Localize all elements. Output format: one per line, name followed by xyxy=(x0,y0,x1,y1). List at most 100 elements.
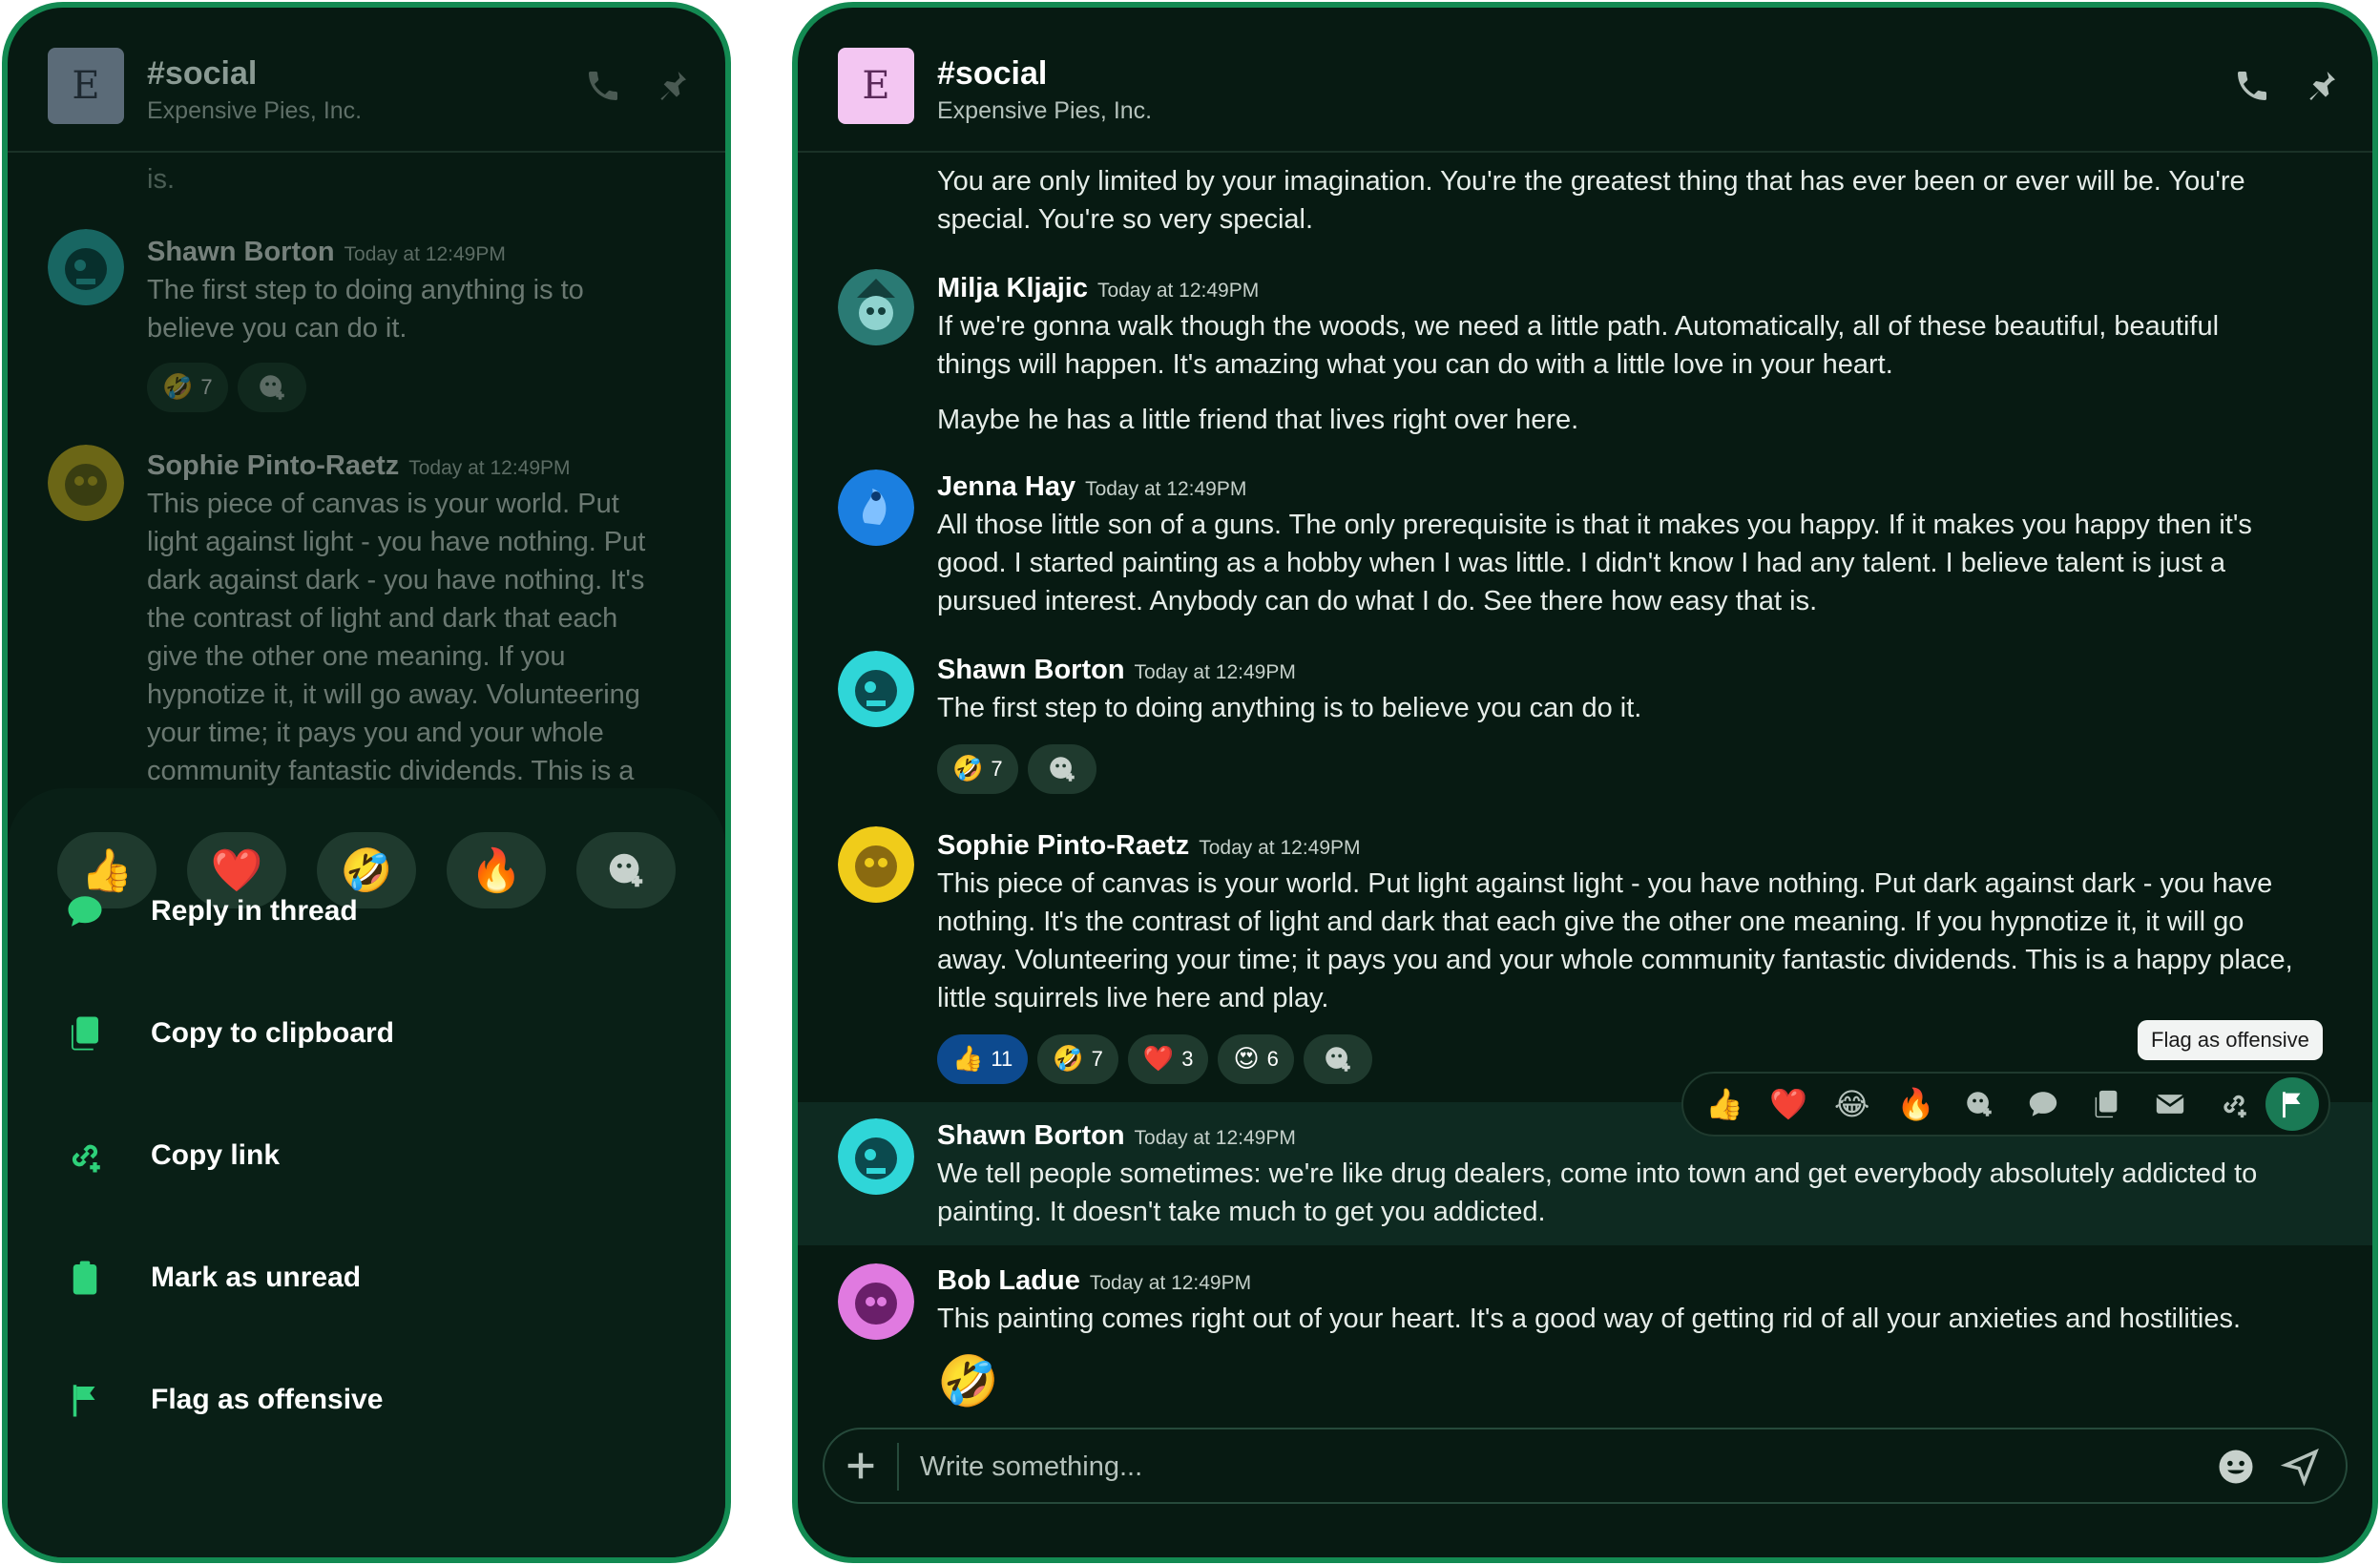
add-reaction-button[interactable] xyxy=(1027,744,1096,794)
send-icon[interactable] xyxy=(2281,1447,2321,1487)
reaction-chip[interactable]: 🤣 7 xyxy=(1037,1034,1118,1084)
toolbar-mark-unread-button[interactable] xyxy=(2139,1077,2203,1131)
message-actions-sheet: 👍 ❤️ 🤣 🔥 Reply in thread Copy to clipboa… xyxy=(8,788,725,1557)
action-reply-in-thread[interactable]: Reply in thread xyxy=(65,891,358,931)
reaction-bar: 🤣 7 xyxy=(147,363,306,412)
message-author[interactable]: Sophie Pinto-Raetz Today at 12:49PM xyxy=(147,450,571,482)
toolbar-copy-link-button[interactable] xyxy=(2203,1077,2266,1131)
message-timestamp: Today at 12:49PM xyxy=(1134,1127,1296,1149)
avatar[interactable] xyxy=(838,1118,914,1195)
clipboard-icon xyxy=(65,1258,105,1298)
tooltip-flag-as-offensive: Flag as offensive xyxy=(2138,1020,2323,1060)
workspace-badge[interactable]: E xyxy=(48,48,124,124)
link-add-icon xyxy=(65,1136,105,1176)
add-reaction-button[interactable] xyxy=(237,363,306,412)
message-timestamp: Today at 12:49PM xyxy=(408,457,571,479)
message-author[interactable]: Shawn Borton Today at 12:49PM xyxy=(937,1120,1296,1152)
reaction-chip[interactable]: 🤣 7 xyxy=(937,744,1018,794)
message-author[interactable]: Milja Kljajic Today at 12:49PM xyxy=(937,273,1259,304)
toolbar-heart-button[interactable]: ❤️ xyxy=(1757,1077,1821,1131)
message-text: If we're gonna walk though the woods, we… xyxy=(937,311,2220,380)
avatar[interactable] xyxy=(838,651,914,727)
phone-icon[interactable] xyxy=(584,67,622,105)
clipboard-copy-icon xyxy=(65,1013,105,1054)
pin-icon[interactable] xyxy=(2302,67,2340,105)
phone-icon[interactable] xyxy=(2233,67,2271,105)
action-mark-as-unread[interactable]: Mark as unread xyxy=(65,1258,361,1298)
big-emoji: 🤣 xyxy=(937,1353,999,1410)
message-input[interactable] xyxy=(920,1443,2065,1491)
channel-header: E #social Expensive Pies, Inc. xyxy=(798,8,2372,153)
avatar[interactable] xyxy=(48,445,124,521)
clipped-message-text: is. xyxy=(147,164,175,195)
message-text: The first step to doing anything is to b… xyxy=(937,693,1642,723)
chat-bubble-icon xyxy=(65,891,105,931)
avatar[interactable] xyxy=(838,269,914,345)
message-text: All those little son of a guns. The only… xyxy=(937,510,2252,616)
message-author[interactable]: Bob Ladue Today at 12:49PM xyxy=(937,1265,1251,1297)
avatar[interactable] xyxy=(838,1263,914,1340)
avatar[interactable] xyxy=(838,470,914,546)
action-copy-to-clipboard[interactable]: Copy to clipboard xyxy=(65,1013,394,1054)
add-reaction-icon xyxy=(1049,757,1075,782)
message-timestamp: Today at 12:49PM xyxy=(1199,837,1361,859)
workspace-name: Expensive Pies, Inc. xyxy=(147,97,363,124)
channel-name: #social xyxy=(937,55,1048,92)
toolbar-reply-button[interactable] xyxy=(2011,1077,2075,1131)
add-reaction-icon xyxy=(1967,1092,1992,1116)
avatar[interactable] xyxy=(48,229,124,305)
pin-icon[interactable] xyxy=(653,67,691,105)
message-timestamp: Today at 12:49PM xyxy=(1096,280,1260,302)
composer-divider xyxy=(897,1443,899,1491)
workspace-badge[interactable]: E xyxy=(838,48,914,124)
message-text: This piece of canvas is your world. Put … xyxy=(147,489,646,786)
link-add-icon xyxy=(2223,1095,2246,1118)
message-text: Maybe he has a little friend that lives … xyxy=(937,405,1579,435)
clipboard-copy-icon xyxy=(2096,1090,2118,1118)
message-text: We tell people sometimes: we're like dru… xyxy=(937,1158,2258,1227)
toolbar-copy-button[interactable] xyxy=(2075,1077,2139,1131)
message-text: This piece of canvas is your world. Put … xyxy=(937,868,2293,1013)
reaction-chip[interactable]: ❤️ 3 xyxy=(1127,1034,1209,1084)
add-reaction-icon xyxy=(1326,1047,1350,1072)
workspace-name: Expensive Pies, Inc. xyxy=(937,97,1153,124)
message-composer xyxy=(823,1428,2348,1504)
action-flag-as-offensive[interactable]: Flag as offensive xyxy=(65,1380,383,1420)
action-copy-link[interactable]: Copy link xyxy=(65,1136,280,1176)
channel-name: #social xyxy=(147,55,258,92)
add-reaction-icon xyxy=(609,853,643,887)
toolbar-add-reaction-button[interactable] xyxy=(1948,1077,2012,1131)
mobile-panel: E #social Expensive Pies, Inc. is. Shawn… xyxy=(2,2,731,1563)
message-author[interactable]: Shawn Borton Today at 12:49PM xyxy=(937,655,1296,686)
avatar[interactable] xyxy=(838,826,914,903)
desktop-panel: E #social Expensive Pies, Inc. You are o… xyxy=(792,2,2378,1563)
message-text: This painting comes right out of your he… xyxy=(937,1304,2242,1334)
add-reaction-icon xyxy=(259,375,284,400)
toolbar-thumbs-up-button[interactable]: 👍 xyxy=(1693,1077,1757,1131)
plus-icon[interactable] xyxy=(842,1447,880,1485)
message-author[interactable]: Jenna Hay Today at 12:49PM xyxy=(937,471,1246,503)
reaction-bar: 👍 11 🤣 7 ❤️ 3 😍 6 xyxy=(937,1034,1372,1084)
toolbar-flag-button[interactable] xyxy=(2265,1077,2319,1131)
flag-icon xyxy=(2283,1092,2301,1118)
toolbar-fire-button[interactable]: 🔥 xyxy=(1884,1077,1948,1131)
message-timestamp: Today at 12:49PM xyxy=(344,243,506,265)
message-text: The first step to doing anything is to b… xyxy=(147,275,584,344)
message-hover-toolbar: 👍 ❤️ 😂 🔥 xyxy=(1681,1072,2330,1137)
chat-bubble-icon xyxy=(2029,1092,2056,1116)
message-timestamp: Today at 12:49PM xyxy=(1134,661,1296,683)
message-author[interactable]: Shawn Borton Today at 12:49PM xyxy=(147,237,506,268)
reaction-fire-button[interactable]: 🔥 xyxy=(447,832,546,908)
add-reaction-button[interactable] xyxy=(576,832,676,908)
reaction-chip[interactable]: 🤣 7 xyxy=(147,363,228,412)
message-author[interactable]: Sophie Pinto-Raetz Today at 12:49PM xyxy=(937,830,1361,862)
channel-header: E #social Expensive Pies, Inc. xyxy=(8,8,725,153)
message-timestamp: Today at 12:49PM xyxy=(1089,1272,1252,1294)
reaction-chip[interactable]: 👍 11 xyxy=(937,1034,1029,1084)
reaction-bar: 🤣 7 xyxy=(937,744,1096,794)
flag-icon xyxy=(65,1380,105,1420)
reaction-chip[interactable]: 😍 6 xyxy=(1218,1034,1294,1084)
toolbar-laugh-button[interactable]: 😂 xyxy=(1820,1077,1884,1131)
emoji-picker-icon[interactable] xyxy=(2216,1447,2256,1487)
add-reaction-button[interactable] xyxy=(1303,1034,1372,1084)
